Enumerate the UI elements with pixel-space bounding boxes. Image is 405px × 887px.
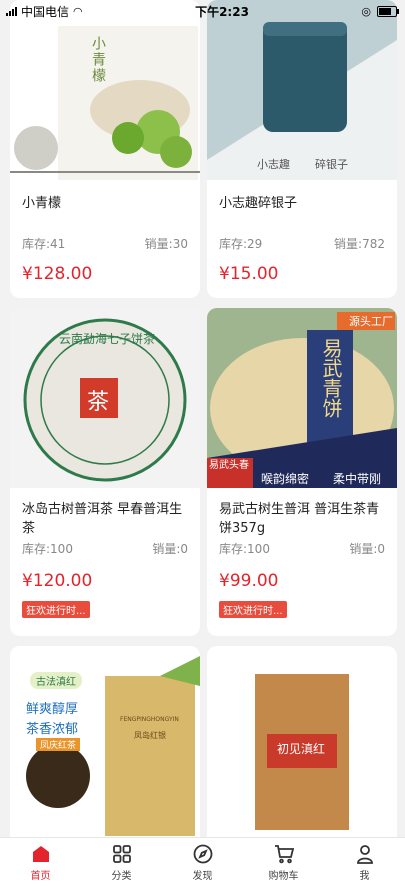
product-title: 小青檬	[22, 196, 62, 211]
tab-home[interactable]: 首页	[11, 843, 71, 882]
product-grid: 小青檬 小青檬 库存:41 销量:30 ¥128.00 小志趣 碎银子 小志趣碎…	[0, 0, 405, 838]
tab-category[interactable]: 分类	[92, 843, 152, 882]
bottom-tab-bar: 首页 分类 发现 购物车 我	[0, 837, 405, 887]
signal-icon	[6, 6, 17, 16]
tab-cart[interactable]: 购物车	[254, 843, 314, 882]
image-text: 鲜爽醇厚	[26, 702, 79, 717]
promo-badge: 狂欢进行时...	[22, 601, 90, 618]
image-text: 茶香浓郁	[26, 722, 79, 737]
image-text: 源头工厂	[349, 315, 393, 328]
compass-icon	[192, 843, 214, 865]
product-price: ¥120.00	[22, 571, 93, 591]
time-label: 下午2:23	[195, 4, 249, 19]
product-card[interactable]: 小青檬 小青檬 库存:41 销量:30 ¥128.00	[10, 0, 200, 298]
home-icon	[30, 843, 52, 865]
product-card[interactable]: 源头工厂 易武青饼 易武头春 喉韵绵密 柔中带刚 易武古树生普洱 普洱生茶青饼3…	[207, 308, 397, 636]
product-price: ¥128.00	[22, 264, 93, 284]
product-price: ¥99.00	[219, 571, 279, 591]
stock-label: 库存:100	[219, 542, 270, 556]
grid-icon	[111, 843, 133, 865]
image-text: 凤岛红银	[134, 731, 166, 740]
battery-icon	[377, 5, 399, 17]
product-meta: 库存:100 销量:0	[10, 540, 200, 557]
product-title: 冰岛古树普洱茶 早春普洱生茶	[22, 502, 183, 536]
product-meta: 库存:41 销量:30	[10, 235, 200, 252]
image-text: 凤庆红茶	[36, 738, 81, 751]
product-image: 云南勐海七子饼茶 茶	[10, 308, 200, 488]
image-text: FENGPINGHONGYIN	[120, 716, 179, 723]
image-text: 喉韵绵密	[261, 472, 310, 486]
image-text: 柔中带刚	[333, 472, 382, 486]
sales-label: 销量:782	[334, 237, 385, 251]
carrier-label: 中国电信	[21, 4, 70, 19]
image-text: 初见滇红	[277, 742, 326, 756]
image-text: 碎银子	[315, 158, 348, 171]
image-text: 小青檬	[90, 36, 106, 84]
user-icon	[354, 843, 376, 865]
product-image: 古法滇红 鲜爽醇厚 茶香浓郁 凤庆红茶 FENGPINGHONGYIN 凤岛红银	[10, 646, 200, 838]
sales-label: 销量:30	[144, 237, 188, 251]
tab-me[interactable]: 我	[335, 843, 395, 882]
product-card[interactable]: 古法滇红 鲜爽醇厚 茶香浓郁 凤庆红茶 FENGPINGHONGYIN 凤岛红银	[10, 646, 200, 838]
stock-label: 库存:41	[22, 237, 66, 251]
product-image: 初见滇红	[207, 646, 397, 838]
stock-label: 库存:100	[22, 542, 73, 556]
tab-label: 首页	[30, 871, 51, 882]
product-price: ¥15.00	[219, 264, 279, 284]
tab-label: 我	[359, 871, 370, 882]
image-text: 小志趣	[257, 158, 290, 171]
tab-discover[interactable]: 发现	[173, 843, 233, 882]
location-icon: ◎	[361, 4, 371, 18]
stock-label: 库存:29	[219, 237, 263, 251]
tab-label: 购物车	[268, 871, 299, 882]
product-title: 小志趣碎银子	[219, 196, 298, 211]
product-card[interactable]: 云南勐海七子饼茶 茶 冰岛古树普洱茶 早春普洱生茶 库存:100 销量:0 ¥1…	[10, 308, 200, 636]
product-image: 源头工厂 易武青饼 易武头春 喉韵绵密 柔中带刚	[207, 308, 397, 488]
image-text: 易武头春	[209, 460, 249, 471]
product-image: 小志趣 碎银子	[207, 0, 397, 180]
product-meta: 库存:29 销量:782	[207, 235, 397, 252]
image-text: 易武青饼	[319, 338, 343, 418]
sales-label: 销量:0	[152, 542, 188, 556]
product-card[interactable]: 初见滇红	[207, 646, 397, 838]
image-text: 云南勐海七子饼茶	[58, 332, 155, 346]
product-card[interactable]: 小志趣 碎银子 小志趣碎银子 库存:29 销量:782 ¥15.00	[207, 0, 397, 298]
tab-label: 发现	[192, 871, 213, 882]
tab-label: 分类	[111, 871, 132, 882]
cart-icon	[273, 843, 295, 865]
status-bar: 中国电信 ◠ 下午2:23 ◎	[0, 0, 405, 22]
product-image: 小青檬	[10, 0, 200, 180]
image-text: 茶	[87, 390, 110, 415]
wifi-icon: ◠	[73, 4, 83, 18]
image-text: 古法滇红	[30, 672, 82, 689]
promo-badge: 狂欢进行时...	[219, 601, 287, 618]
product-meta: 库存:100 销量:0	[207, 540, 397, 557]
sales-label: 销量:0	[349, 542, 385, 556]
product-title: 易武古树生普洱 普洱生茶青饼357g	[219, 502, 380, 536]
